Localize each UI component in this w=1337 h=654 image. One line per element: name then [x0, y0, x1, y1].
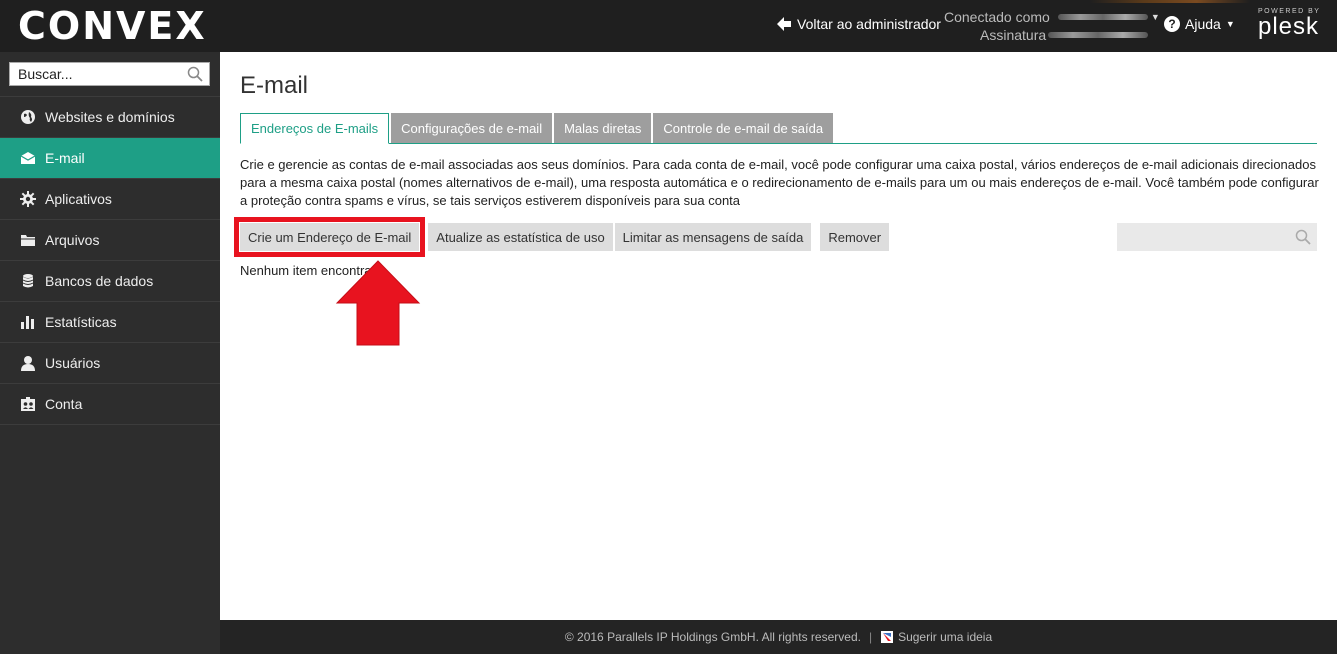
sidebar-item-applications[interactable]: Aplicativos	[0, 179, 220, 220]
gear-icon	[19, 190, 37, 208]
tab-email-addresses[interactable]: Endereços de E-mails	[240, 113, 390, 144]
sidebar-item-websites[interactable]: Websites e domínios	[0, 97, 220, 138]
sidebar-item-users[interactable]: Usuários	[0, 343, 220, 384]
copyright-text: © 2016 Parallels IP Holdings GmbH. All r…	[564, 630, 861, 644]
sidebar-item-label: Usuários	[45, 355, 101, 371]
connected-as-row[interactable]: Conectado como ▼	[944, 8, 1160, 26]
red-arrow-annotation-icon	[335, 260, 421, 346]
footer-separator: |	[868, 630, 873, 644]
sidebar-item-label: Websites e domínios	[45, 109, 175, 125]
top-bar: CONVEX Voltar ao administrador Conectado…	[0, 0, 1337, 52]
tab-bar: Endereços de E-mails Configurações de e-…	[240, 113, 1317, 144]
database-icon	[19, 272, 37, 290]
tab-email-settings[interactable]: Configurações de e-mail	[391, 113, 553, 143]
sidebar-item-label: Arquivos	[45, 232, 100, 248]
help-menu[interactable]: ? Ajuda ▼	[1164, 16, 1235, 32]
sidebar-item-label: E-mail	[45, 150, 85, 166]
tab-mailing-lists[interactable]: Malas diretas	[554, 113, 652, 143]
logo[interactable]: CONVEX	[18, 6, 208, 46]
help-label: Ajuda	[1185, 16, 1221, 32]
sidebar-item-label: Aplicativos	[45, 191, 112, 207]
sidebar-item-label: Conta	[45, 396, 83, 412]
tab-outgoing-mail-control[interactable]: Controle de e-mail de saída	[653, 113, 834, 143]
limit-outgoing-messages-button[interactable]: Limitar as mensagens de saída	[614, 223, 812, 251]
chevron-down-icon: ▼	[1150, 12, 1160, 22]
plesk-logo: POWERED BY plesk	[1258, 8, 1320, 39]
list-search-input[interactable]	[1117, 223, 1287, 251]
plesk-text: plesk	[1258, 13, 1320, 40]
footer: © 2016 Parallels IP Holdings GmbH. All r…	[220, 620, 1337, 654]
sidebar-item-account[interactable]: Conta	[0, 384, 220, 425]
search-icon[interactable]	[187, 66, 203, 82]
page-description: Crie e gerencie as contas de e-mail asso…	[240, 157, 1319, 208]
chevron-down-icon: ▼	[1225, 19, 1235, 29]
svg-text:CONVEX: CONVEX	[18, 8, 207, 44]
create-email-address-button[interactable]: Crie um Endereço de E-mail	[233, 217, 426, 257]
remove-button[interactable]: Remover	[820, 223, 890, 251]
back-to-admin-link[interactable]: Voltar ao administrador	[776, 16, 941, 32]
sidebar-search-input[interactable]	[10, 63, 180, 85]
top-bar-decoration	[1090, 0, 1250, 3]
back-to-admin-label: Voltar ao administrador	[797, 16, 941, 32]
sidebar-item-databases[interactable]: Bancos de dados	[0, 261, 220, 302]
arrow-left-icon	[777, 17, 791, 31]
feedback-icon	[881, 631, 894, 643]
sidebar-search-box[interactable]	[9, 62, 210, 86]
subscription-label: Assinatura	[980, 27, 1047, 43]
sidebar-item-label: Bancos de dados	[45, 273, 154, 289]
redacted-subscription	[1048, 32, 1149, 38]
toolbar: Crie um Endereço de E-mail Atualize as e…	[233, 217, 891, 257]
update-usage-stats-button[interactable]: Atualize as estatística de uso	[428, 223, 613, 251]
folder-icon	[19, 231, 37, 249]
id-card-icon	[19, 395, 37, 413]
search-icon[interactable]	[1295, 229, 1311, 245]
convex-logo: CONVEX	[18, 8, 207, 44]
connection-info[interactable]: Conectado como ▼ Assinatura	[944, 8, 1160, 44]
suggest-idea-link[interactable]: Sugerir uma ideia	[880, 630, 992, 644]
suggest-idea-label: Sugerir uma ideia	[898, 630, 993, 644]
main-content: E-mail Endereços de E-mails Configuraçõe…	[220, 52, 1337, 620]
sidebar-item-statistics[interactable]: Estatísticas	[0, 302, 220, 343]
sidebar-item-label: Estatísticas	[45, 314, 117, 330]
page-title: E-mail	[240, 72, 309, 99]
globe-icon	[19, 108, 37, 126]
sidebar-item-files[interactable]: Arquivos	[0, 220, 220, 261]
redacted-username	[1057, 14, 1148, 20]
connected-as-label: Conectado como	[944, 9, 1050, 25]
subscription-row[interactable]: Assinatura	[944, 26, 1160, 44]
sidebar-item-email[interactable]: E-mail	[0, 138, 220, 179]
question-icon: ?	[1164, 16, 1180, 32]
list-search-box[interactable]	[1117, 223, 1317, 251]
sidebar-search	[0, 52, 220, 97]
sidebar: Websites e domínios E-mail Aplicativos A…	[0, 52, 220, 654]
bar-chart-icon	[19, 313, 37, 331]
user-icon	[19, 354, 37, 372]
envelope-icon	[19, 149, 37, 167]
